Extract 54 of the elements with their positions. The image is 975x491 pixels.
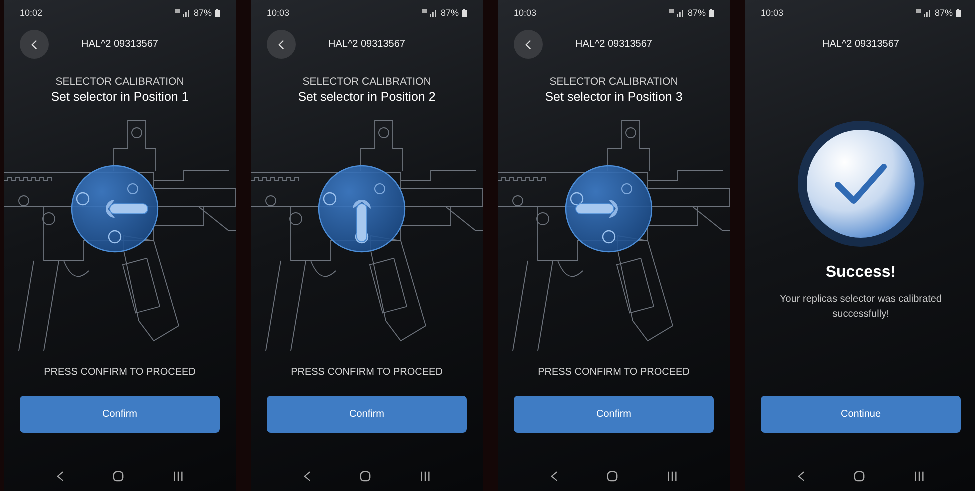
battery-percent: 87%: [194, 8, 212, 18]
step-title: Set selector in Position 2: [297, 89, 437, 106]
section-label: SELECTOR CALIBRATION: [54, 75, 186, 89]
back-button[interactable]: [514, 30, 543, 59]
confirm-button[interactable]: Confirm: [20, 396, 220, 433]
confirm-button[interactable]: Confirm: [267, 396, 467, 433]
battery-icon: [709, 9, 714, 17]
section-label: SELECTOR CALIBRATION: [548, 75, 680, 89]
success-message: Your replicas selector was calibrated successfully!: [779, 293, 943, 322]
device-title: HAL^2 09313567: [822, 38, 900, 50]
battery-percent: 87%: [688, 8, 706, 18]
success-heading: Success!: [824, 264, 898, 282]
chevron-left-icon: [31, 40, 38, 50]
signal-icon: [668, 9, 685, 17]
battery-percent: 87%: [934, 8, 953, 18]
continue-button[interactable]: Continue: [761, 396, 961, 433]
home-nav-icon[interactable]: [112, 471, 124, 482]
signal-icon: [174, 9, 191, 17]
instruction-text: PRESS CONFIRM TO PROCEED: [290, 366, 444, 380]
back-nav-icon[interactable]: [56, 471, 64, 482]
recent-apps-icon[interactable]: [914, 471, 924, 482]
signal-icon: [422, 9, 438, 17]
device-title: HAL^2 09313567: [82, 38, 158, 50]
battery-icon: [462, 9, 467, 17]
checkmark-icon: [796, 119, 926, 249]
confirm-button[interactable]: Confirm: [514, 396, 714, 433]
chevron-left-icon: [278, 40, 285, 50]
chevron-left-icon: [525, 40, 532, 50]
home-nav-icon[interactable]: [360, 471, 370, 482]
step-title: Set selector in Position 3: [544, 89, 684, 106]
step-title: Set selector in Position 1: [50, 89, 190, 106]
instruction-text: PRESS CONFIRM TO PROCEED: [43, 366, 197, 380]
section-label: SELECTOR CALIBRATION: [302, 75, 432, 89]
back-nav-icon[interactable]: [304, 471, 310, 482]
signal-icon: [916, 9, 932, 17]
back-nav-icon[interactable]: [798, 471, 804, 482]
status-time: 10:03: [514, 8, 537, 18]
recent-apps-icon[interactable]: [420, 471, 430, 482]
device-title: HAL^2 09313567: [576, 38, 652, 50]
battery-percent: 87%: [440, 8, 459, 18]
back-button[interactable]: [267, 30, 296, 59]
battery-icon: [956, 9, 961, 17]
recent-apps-icon[interactable]: [172, 471, 184, 482]
recent-apps-icon[interactable]: [666, 471, 678, 482]
back-button[interactable]: [20, 30, 49, 59]
home-nav-icon[interactable]: [606, 471, 618, 482]
battery-icon: [215, 9, 220, 17]
back-nav-icon[interactable]: [550, 471, 558, 482]
device-title: HAL^2 09313567: [328, 38, 406, 50]
status-time: 10:03: [761, 8, 784, 18]
status-time: 10:02: [20, 8, 43, 18]
status-time: 10:03: [267, 8, 290, 18]
instruction-text: PRESS CONFIRM TO PROCEED: [537, 366, 691, 380]
home-nav-icon[interactable]: [854, 471, 864, 482]
